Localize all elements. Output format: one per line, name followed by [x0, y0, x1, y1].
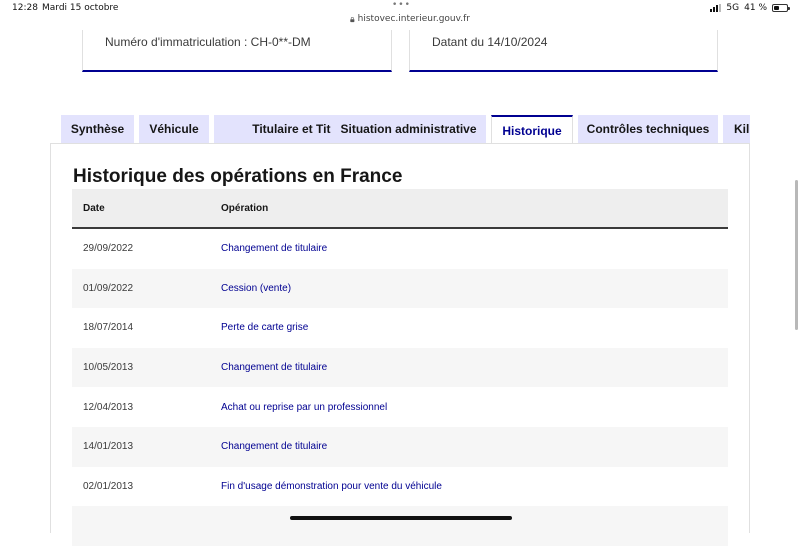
tab-controles-techniques[interactable]: Contrôles techniques	[578, 115, 718, 143]
registration-card: Numéro d'immatriculation : CH-0**-DM	[82, 30, 392, 72]
history-table: Date Opération 29/09/2022 Changement de …	[72, 189, 728, 546]
status-bar: 12:28 Mardi 15 octobre ••• histovec.inte…	[0, 0, 800, 30]
row-date: 01/09/2022	[83, 282, 134, 294]
status-time: 12:28	[12, 3, 38, 13]
tab-label: Historique	[502, 123, 562, 138]
report-date-card: Datant du 14/10/2024	[409, 30, 718, 72]
report-date: Datant du 14/10/2024	[432, 35, 548, 49]
table-header: Date Opération	[72, 189, 728, 229]
tab-synthese[interactable]: Synthèse	[61, 115, 134, 143]
row-operation: Changement de titulaire	[221, 362, 328, 374]
tab-label: Titulaire et Titre	[252, 122, 342, 136]
row-date: 14/01/2013	[83, 441, 134, 453]
more-dots-icon[interactable]: •••	[392, 0, 411, 10]
row-operation: Achat ou reprise par un professionnel	[221, 401, 388, 413]
row-operation: Cession (vente)	[221, 282, 292, 294]
row-date: 02/01/2013	[83, 480, 134, 492]
table-row: 02/01/2013 Fin d'usage démonstration pou…	[72, 466, 728, 507]
column-header-operation: Opération	[221, 202, 269, 214]
table-row: 29/09/2022 Changement de titulaire	[72, 229, 728, 269]
tab-label: Situation administrative	[340, 122, 477, 136]
row-operation: Changement de titulaire	[221, 441, 328, 453]
row-date: 29/09/2022	[83, 243, 134, 255]
tab-label: Kil	[734, 122, 750, 136]
tab-label: Véhicule	[149, 122, 199, 136]
row-date: 18/07/2014	[83, 322, 134, 334]
page-scrollbar[interactable]	[795, 180, 798, 330]
tab-kilometrage[interactable]: Kil	[723, 115, 750, 143]
table-row	[72, 506, 728, 546]
tab-label: Contrôles techniques	[586, 122, 710, 136]
table-row: 14/01/2013 Changement de titulaire	[72, 426, 728, 467]
tab-label: Synthèse	[70, 122, 125, 136]
row-date: 12/04/2013	[83, 401, 134, 413]
section-title: Historique des opérations en France	[73, 166, 403, 187]
table-row: 18/07/2014 Perte de carte grise	[72, 308, 728, 348]
table-row: 10/05/2013 Changement de titulaire	[72, 347, 728, 388]
lock-icon	[350, 16, 355, 22]
battery-icon	[772, 4, 790, 12]
url-text: histovec.interieur.gouv.fr	[357, 14, 470, 24]
home-indicator[interactable]	[290, 516, 512, 520]
network-label: 5G	[726, 3, 740, 13]
status-date: Mardi 15 octobre	[42, 3, 119, 13]
address-bar[interactable]: histovec.interieur.gouv.fr	[350, 14, 470, 24]
registration-number: Numéro d'immatriculation : CH-0**-DM	[105, 35, 311, 49]
column-header-date: Date	[83, 202, 105, 214]
row-operation: Perte de carte grise	[221, 322, 309, 334]
signal-icon	[710, 4, 722, 12]
table-row: 01/09/2022 Cession (vente)	[72, 268, 728, 309]
row-operation: Changement de titulaire	[221, 243, 328, 255]
tab-historique[interactable]: Historique	[491, 115, 573, 144]
tab-bar: Synthèse Véhicule Titulaire et Titre Sit…	[61, 115, 750, 144]
battery-percent: 41 %	[744, 3, 767, 13]
status-indicators: 5G 41 %	[710, 3, 790, 13]
row-operation: Fin d'usage démonstration pour vente du …	[221, 480, 442, 492]
tab-situation-administrative[interactable]: Situation administrative	[331, 115, 486, 143]
row-date: 10/05/2013	[83, 362, 134, 374]
table-row: 12/04/2013 Achat ou reprise par un profe…	[72, 387, 728, 427]
tab-vehicule[interactable]: Véhicule	[139, 115, 209, 143]
